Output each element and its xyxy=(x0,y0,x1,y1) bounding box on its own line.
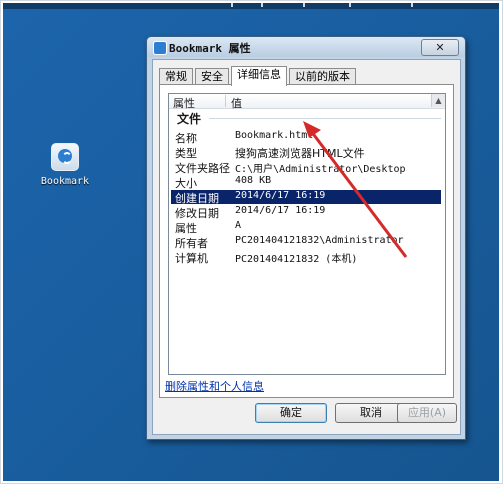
tab-details[interactable]: 详细信息 xyxy=(231,66,287,86)
annotation-arrow-head xyxy=(303,121,321,138)
annotation-arrow-shaft xyxy=(309,130,408,258)
